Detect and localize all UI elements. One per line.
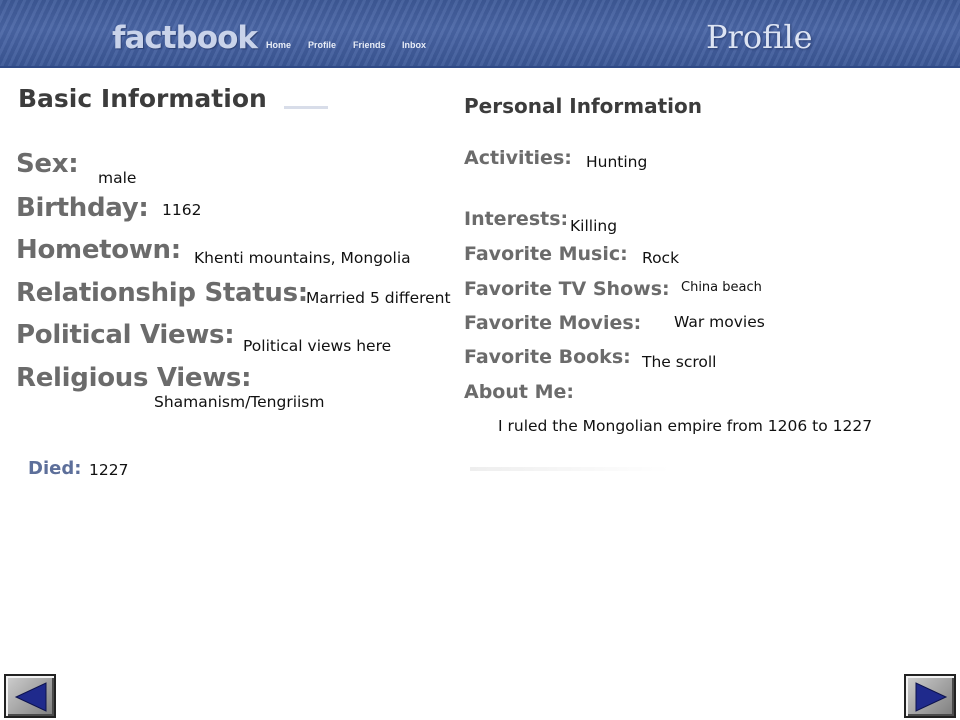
sex-label: Sex:: [16, 149, 79, 179]
next-slide-button[interactable]: [904, 674, 956, 718]
movies-value: War movies: [674, 313, 765, 331]
political-label: Political Views:: [16, 320, 235, 350]
birthday-value: 1162: [162, 201, 202, 219]
movies-label: Favorite Movies:: [464, 312, 642, 334]
previous-slide-button[interactable]: [4, 674, 56, 718]
birthday-label: Birthday:: [16, 193, 149, 223]
died-value: 1227: [89, 461, 129, 479]
nav-inbox-link[interactable]: Inbox: [402, 40, 426, 50]
personal-info-heading: Personal Information: [464, 94, 702, 118]
triangle-right-icon: [915, 682, 948, 712]
religious-value: Shamanism/Tengriism: [154, 393, 325, 411]
basic-info-heading: Basic Information: [18, 84, 267, 113]
tv-value: China beach: [681, 280, 762, 295]
nav-home-link[interactable]: Home: [266, 40, 291, 50]
books-label: Favorite Books:: [464, 346, 631, 368]
about-value: I ruled the Mongolian empire from 1206 t…: [498, 417, 873, 435]
interests-label: Interests:: [464, 208, 569, 230]
activities-label: Activities:: [464, 147, 572, 169]
political-value: Political views here: [243, 337, 392, 355]
books-value: The scroll: [642, 353, 717, 371]
hometown-value: Khenti mountains, Mongolia: [194, 249, 411, 267]
hometown-label: Hometown:: [16, 235, 181, 265]
nav-friends-link[interactable]: Friends: [353, 40, 386, 50]
sex-value: male: [98, 169, 137, 187]
faded-divider: [470, 467, 670, 471]
activities-value: Hunting: [586, 153, 648, 171]
died-label: Died:: [28, 458, 82, 479]
interests-value: Killing: [570, 217, 618, 235]
nav-profile-link[interactable]: Profile: [308, 40, 336, 50]
music-value: Rock: [642, 249, 680, 267]
religious-label: Religious Views:: [16, 363, 252, 393]
page-title: Profile: [706, 18, 813, 56]
relationship-label: Relationship Status:: [16, 278, 308, 308]
factbook-logo: factbook: [112, 20, 258, 56]
header-banner: factbook Home Profile Friends Inbox Prof…: [0, 0, 960, 68]
triangle-left-icon: [14, 682, 47, 712]
music-label: Favorite Music:: [464, 243, 628, 265]
relationship-value: Married 5 different: [306, 289, 451, 307]
tv-label: Favorite TV Shows:: [464, 278, 670, 300]
heading-divider: [284, 106, 328, 109]
about-label: About Me:: [464, 381, 574, 403]
